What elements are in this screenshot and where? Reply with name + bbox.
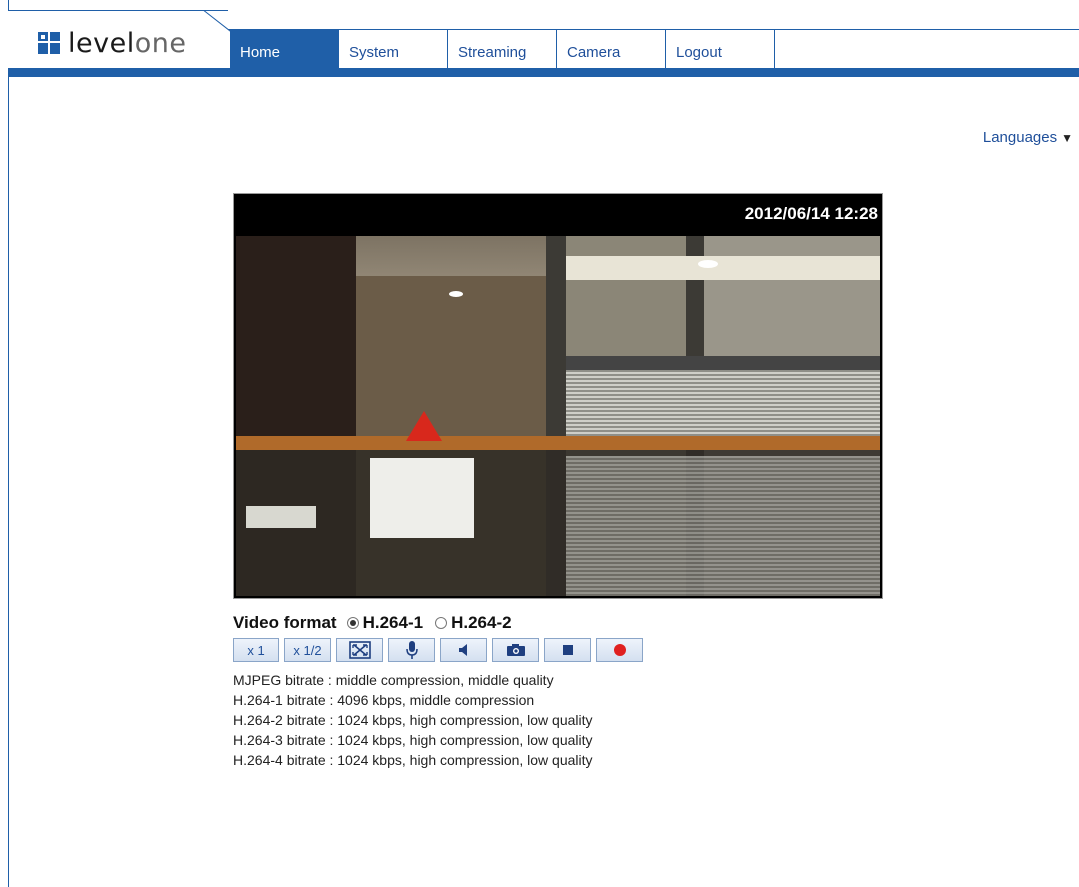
live-video-scene [236,236,880,596]
bitrate-info: MJPEG bitrate : middle compression, midd… [233,670,883,770]
zoom-half-button[interactable]: x 1/2 [284,638,331,662]
radio-h264-1-label: H.264-1 [362,613,424,632]
speaker-button[interactable] [440,638,487,662]
nav-item-logout[interactable]: Logout [666,30,775,68]
nav-item-home[interactable]: Home [230,30,339,68]
header-bottom-bar [8,68,1079,77]
main-nav: Home System Streaming Camera Logout [230,30,775,68]
snapshot-button[interactable] [492,638,539,662]
video-format-label: Video format [233,613,337,632]
languages-dropdown[interactable]: Languages ▼ [983,129,1073,146]
triangle-down-icon: ▼ [1061,131,1073,145]
bitrate-line-mjpeg: MJPEG bitrate : middle compression, midd… [233,672,554,688]
languages-label: Languages [982,129,1058,146]
logo-wordmark: levelone [68,27,187,59]
stop-button[interactable] [544,638,591,662]
radio-h264-1[interactable] [346,617,359,629]
bitrate-line-h264-1: H.264-1 bitrate : 4096 kbps, middle comp… [233,692,535,708]
stop-icon [562,645,573,655]
microphone-icon [405,641,418,659]
live-video-image [236,236,880,596]
radio-h264-2-label: H.264-2 [451,613,512,632]
fullscreen-icon [348,641,371,659]
bitrate-line-h264-3: H.264-3 bitrate : 1024 kbps, high compre… [233,732,593,748]
bitrate-line-h264-2: H.264-2 bitrate : 1024 kbps, high compre… [233,712,593,728]
playback-toolbar: x 1 x 1/2 [233,638,883,662]
nav-item-system[interactable]: System [339,30,448,68]
record-icon [613,644,626,656]
radio-h264-2[interactable] [435,617,448,629]
camera-snapshot-icon [506,644,525,656]
levelone-logo-mark-icon [38,32,60,54]
bitrate-line-h264-4: H.264-4 bitrate : 1024 kbps, high compre… [233,752,593,768]
video-timestamp: 2012/06/14 12:28 [236,196,880,232]
microphone-button[interactable] [388,638,435,662]
record-button[interactable] [596,638,643,662]
levelone-logo: levelone [38,27,187,59]
nav-item-streaming[interactable]: Streaming [448,30,557,68]
video-controls: Video format H.264-1 H.264-2 x 1 x 1/2 M… [233,612,883,770]
nav-item-camera[interactable]: Camera [557,30,666,68]
zoom-x1-button[interactable]: x 1 [233,638,279,662]
speaker-icon [458,644,467,656]
video-viewer: 2012/06/14 12:28 [233,193,883,599]
video-format-row: Video format H.264-1 H.264-2 [233,612,883,634]
fullscreen-button[interactable] [336,638,383,662]
